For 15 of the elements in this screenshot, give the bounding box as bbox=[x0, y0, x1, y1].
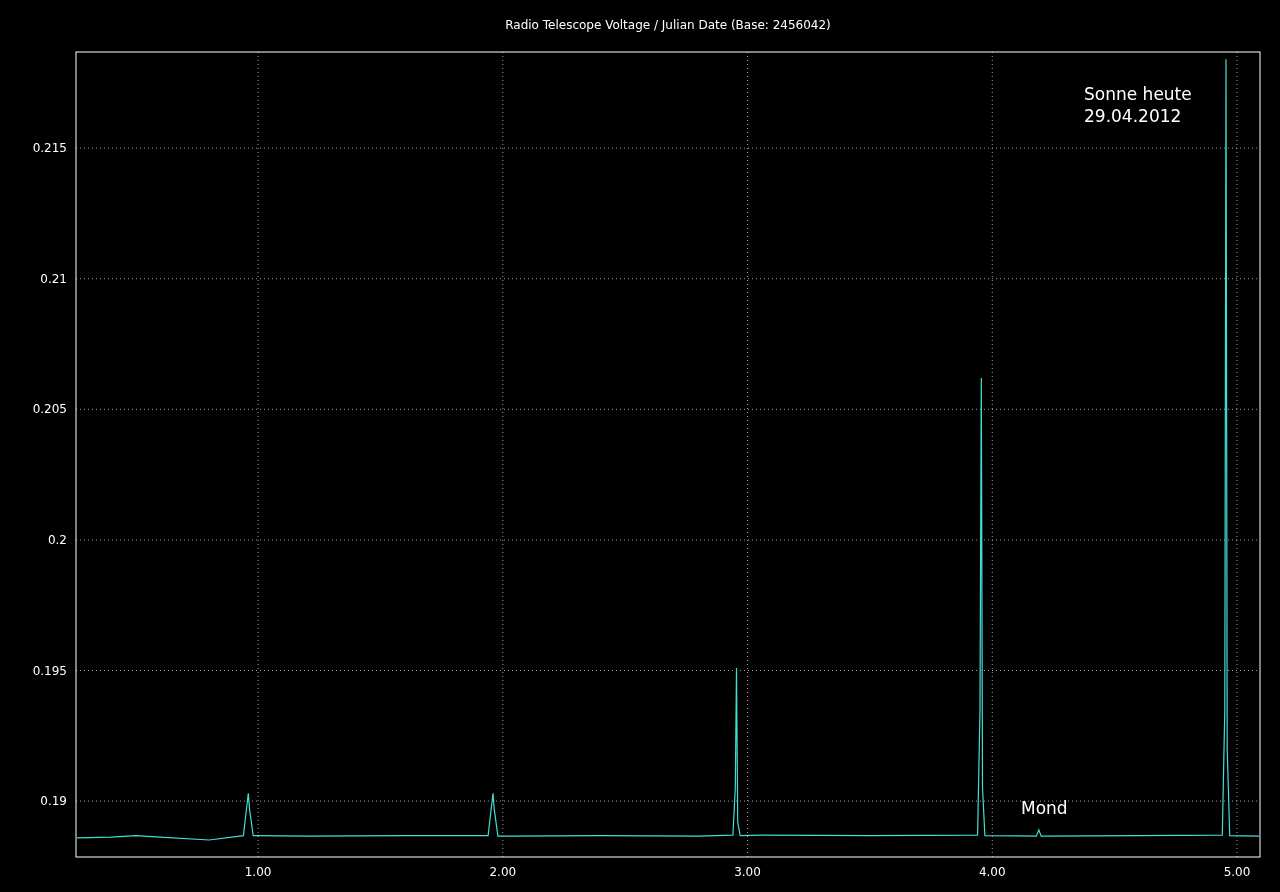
annotation-label: Sonne heute bbox=[1084, 84, 1192, 104]
annotation-label: 29.04.2012 bbox=[1084, 106, 1182, 126]
y-axis-label: 0.2 bbox=[47, 532, 67, 547]
chart-title: Radio Telescope Voltage / Julian Date (Base: 2456042) bbox=[505, 18, 831, 32]
y-axis-label: 0.195 bbox=[32, 663, 67, 678]
x-axis-label: 4.00 bbox=[978, 865, 1006, 879]
y-axis-label: 0.21 bbox=[40, 271, 67, 286]
x-axis-label: 2.00 bbox=[489, 865, 517, 879]
y-axis-label: 0.205 bbox=[32, 402, 67, 417]
x-axis-label: 3.00 bbox=[734, 865, 761, 879]
x-axis-label: 1.00 bbox=[244, 865, 272, 879]
annotation-label: Mond bbox=[1021, 798, 1068, 818]
x-axis-label: 5.00 bbox=[1223, 865, 1251, 879]
y-axis-label: 0.19 bbox=[40, 794, 67, 809]
y-axis-label: 0.215 bbox=[32, 141, 67, 156]
